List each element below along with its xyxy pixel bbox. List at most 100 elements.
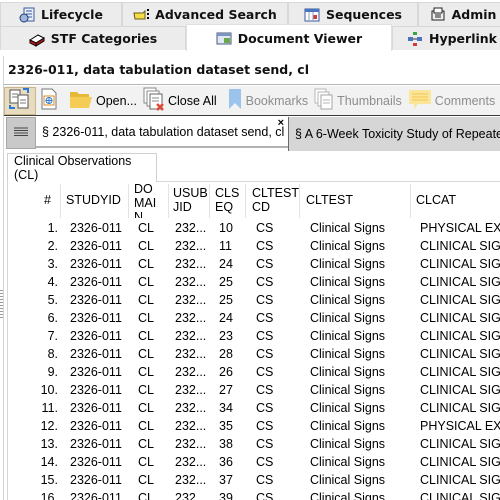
stf-categories-icon <box>28 31 45 47</box>
tab-stf-categories[interactable]: STF Categories <box>0 26 186 50</box>
cell-cltestcd: CS <box>256 419 274 433</box>
cell-domain: CL <box>138 275 154 289</box>
lifecycle-icon <box>19 7 35 23</box>
cell-clseq: 37 <box>219 473 233 487</box>
table-row[interactable]: 15. 2326-011 CL 232... 37 CS Clinical Signs CLI… <box>8 471 500 489</box>
splitter-handle[interactable] <box>0 290 3 320</box>
column-header-num[interactable]: # <box>44 182 58 218</box>
cell-cltestcd: CS <box>256 383 274 397</box>
cell-cltestcd: CS <box>256 329 274 343</box>
column-header-clcat[interactable]: CLCAT <box>416 182 500 218</box>
cell-clcat: CLINICAL SIGNS <box>420 383 500 397</box>
tab-admin[interactable]: Admin <box>418 2 500 26</box>
column-header-studyid[interactable]: STUDYID <box>66 182 132 218</box>
doc-tab-inactive[interactable]: § A 6-Week Toxicity Study of Repeated Do… <box>288 117 500 151</box>
cell-num: 6. <box>47 311 58 325</box>
table-row[interactable]: 10. 2326-011 CL 232... 27 CS Clinical Signs CLI… <box>8 381 500 399</box>
tab-clinical-observations[interactable]: Clinical Observations (CL) <box>7 153 157 182</box>
cell-cltest: Clinical Signs <box>310 275 386 289</box>
cell-clcat: PHYSICAL EXAM <box>420 221 500 235</box>
cell-domain: CL <box>138 473 154 487</box>
cell-clseq: 11 <box>219 239 232 253</box>
tab-stf-categories-label: STF Categories <box>50 31 158 46</box>
table-row[interactable]: 4. 2326-011 CL 232... 25 CS Clinical Signs CLIN… <box>8 273 500 291</box>
cell-clcat: CLINICAL SIGNS <box>420 401 500 415</box>
comments-button[interactable]: Comments <box>405 87 498 115</box>
cell-studyid: 2326-011 <box>70 437 122 451</box>
table-row[interactable]: 13. 2326-011 CL 232... 38 CS Clinical Signs CLI… <box>8 435 500 453</box>
cell-studyid: 2326-011 <box>70 473 122 487</box>
cell-domain: CL <box>138 239 154 253</box>
column-separator[interactable] <box>410 184 411 218</box>
cell-usubjid: 232... <box>175 455 207 469</box>
column-header-cltestcd[interactable]: CLTEST CD <box>252 182 300 218</box>
table-row[interactable]: 11. 2326-011 CL 232... 34 CS Clinical Signs CLI… <box>8 399 500 417</box>
cell-clcat: CLINICAL SIGNS <box>420 257 500 271</box>
tab-admin-label: Admin <box>451 7 497 22</box>
cell-num: 7. <box>47 329 58 343</box>
open-button[interactable]: Open... <box>66 87 140 115</box>
cell-clcat: CLINICAL SIGNS <box>420 275 500 289</box>
table-row[interactable]: 8. 2326-011 CL 232... 28 CS Clinical Signs CLIN… <box>8 345 500 363</box>
tab-document-viewer[interactable]: Document Viewer <box>186 24 392 51</box>
comment-icon <box>408 88 432 113</box>
table-row[interactable]: 12. 2326-011 CL 232... 35 CS Clinical Signs PHY… <box>8 417 500 435</box>
table-row[interactable]: 16. 2326-011 CL 232... 39 CS Clinical Signs CLI… <box>8 489 500 500</box>
table-row[interactable]: 5. 2326-011 CL 232... 25 CS Clinical Signs CLIN… <box>8 291 500 309</box>
column-separator[interactable] <box>60 184 61 218</box>
cell-usubjid: 232... <box>175 311 207 325</box>
cell-clcat: PHYSICAL EXAM <box>420 419 500 433</box>
sync-documents-button[interactable] <box>4 86 36 115</box>
column-separator[interactable] <box>245 184 246 218</box>
tab-sequences[interactable]: Sequences <box>288 2 418 26</box>
close-tab-icon[interactable]: × <box>278 117 284 129</box>
column-header-domain[interactable]: DO MAI N <box>134 182 166 218</box>
doc-tab-active[interactable]: § 2326-011, data tabulation dataset send… <box>36 117 288 148</box>
cell-cltestcd: CS <box>256 311 274 325</box>
cell-cltest: Clinical Signs <box>310 437 386 451</box>
comments-button-label: Comments <box>434 93 496 108</box>
cell-cltest: Clinical Signs <box>310 347 386 361</box>
document-list-button[interactable] <box>6 117 36 149</box>
table-row[interactable]: 2. 2326-011 CL 232... 11 CS Clinical Signs CLIN… <box>8 237 500 255</box>
cell-domain: CL <box>138 329 154 343</box>
advanced-search-icon <box>133 7 150 23</box>
tab-hyperlink[interactable]: Hyperlink <box>392 26 500 50</box>
cell-clcat: CLINICAL SIGNS <box>420 347 500 361</box>
cell-clcat: CLINICAL SIGNS <box>420 491 500 500</box>
main-tabs-row-2: STF Categories Document Viewer Hyperlink <box>0 24 500 52</box>
cell-cltestcd: CS <box>256 437 274 451</box>
column-header-usubjid[interactable]: USUB JID <box>173 182 213 218</box>
thumbnails-icon <box>314 88 334 113</box>
cell-clseq: 25 <box>219 275 233 289</box>
table-row[interactable]: 1. 2326-011 CL 232... 10 CS Clinical Signs PHYS… <box>8 219 500 237</box>
column-header-cltest[interactable]: CLTEST <box>306 182 406 218</box>
cell-usubjid: 232... <box>175 491 207 500</box>
table-row[interactable]: 3. 2326-011 CL 232... 24 CS Clinical Signs CLIN… <box>8 255 500 273</box>
column-separator[interactable] <box>299 184 300 218</box>
cell-studyid: 2326-011 <box>70 293 122 307</box>
cell-clseq: 35 <box>219 419 233 433</box>
tab-advanced-search[interactable]: Advanced Search <box>122 2 288 26</box>
cell-usubjid: 232... <box>175 419 207 433</box>
column-separator[interactable] <box>168 184 169 218</box>
cell-clseq: 27 <box>219 383 233 397</box>
bookmark-icon <box>227 88 243 113</box>
table-row[interactable]: 14. 2326-011 CL 232... 36 CS Clinical Signs CLI… <box>8 453 500 471</box>
cell-studyid: 2326-011 <box>70 401 122 415</box>
cell-num: 14. <box>40 455 58 469</box>
table-row[interactable]: 6. 2326-011 CL 232... 24 CS Clinical Signs CLIN… <box>8 309 500 327</box>
column-separator[interactable] <box>209 184 210 218</box>
table-row[interactable]: 7. 2326-011 CL 232... 23 CS Clinical Signs CLIN… <box>8 327 500 345</box>
cell-cltest: Clinical Signs <box>310 401 386 415</box>
navigate-document-button[interactable] <box>36 87 62 115</box>
thumbnails-button[interactable]: Thumbnails <box>311 87 405 115</box>
close-all-button[interactable]: Close All <box>140 87 220 115</box>
table-row[interactable]: 9. 2326-011 CL 232... 26 CS Clinical Signs CLIN… <box>8 363 500 381</box>
cell-clcat: CLINICAL SIGNS <box>420 311 500 325</box>
bookmarks-button-label: Bookmarks <box>245 93 309 108</box>
column-separator[interactable] <box>128 184 129 218</box>
tab-lifecycle[interactable]: Lifecycle <box>0 2 122 26</box>
cell-cltestcd: CS <box>256 239 274 253</box>
bookmarks-button[interactable]: Bookmarks <box>224 87 312 115</box>
